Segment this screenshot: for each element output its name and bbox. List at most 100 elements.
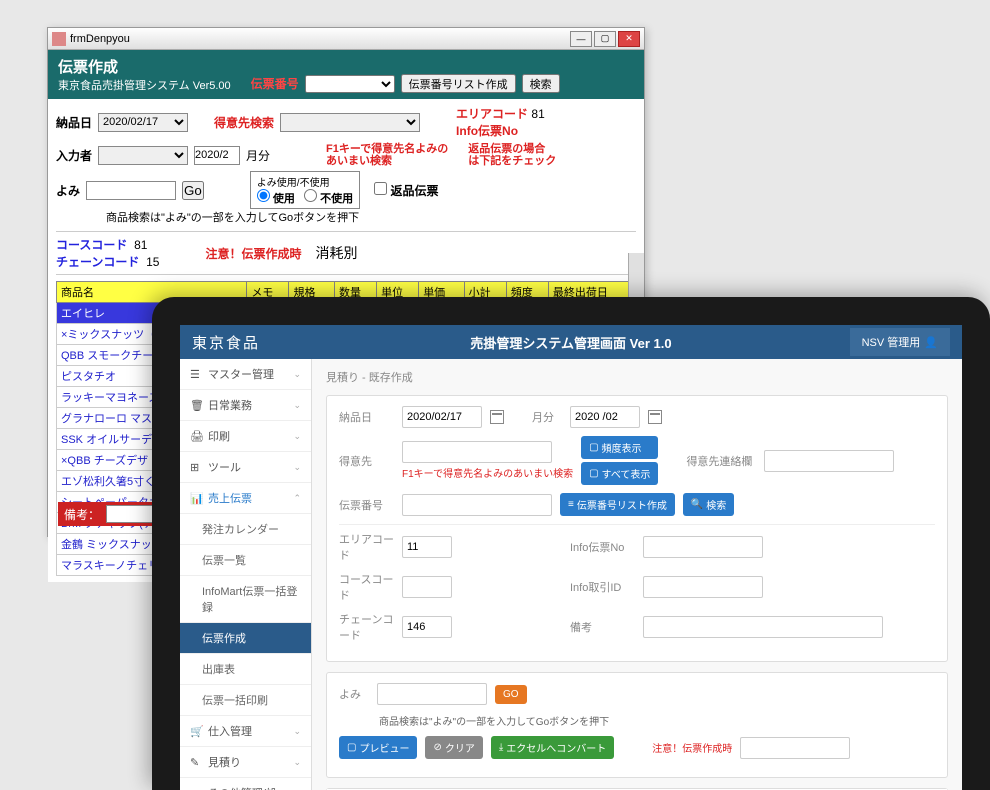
sidebar-item[interactable]: 発注カレンダー [180, 514, 311, 545]
sidebar-item[interactable]: InfoMart伝票一括登録 [180, 576, 311, 623]
sidebar-label: ツール [208, 459, 241, 475]
yomi-use-group: よみ使用/不使用 使用 不使用 [250, 171, 360, 209]
nyuryokusha-select[interactable] [98, 146, 188, 165]
laptop-frame: 東京食品 売掛管理システム管理画面 Ver 1.0 NSV 管理用 👤 ☰マスタ… [152, 297, 990, 790]
henpin-hint: 返品伝票の場合は下記をチェック [468, 143, 556, 167]
freq-button[interactable]: ▢ 頻度表示 [581, 436, 658, 459]
renrakusho-input[interactable] [764, 450, 894, 472]
breadcrumb: 見積り - 既存作成 [326, 369, 948, 385]
tsukibun-input[interactable] [194, 146, 240, 165]
chuui-label: 注意！伝票作成時 [205, 245, 301, 262]
sidebar-item[interactable]: 伝票一括印刷 [180, 685, 311, 716]
sidebar-item[interactable]: ☰マスター管理⌄ [180, 359, 311, 390]
clear-button[interactable]: ⊘ クリア [425, 736, 482, 759]
nouhinbi-label: 納品日 [56, 114, 92, 131]
sidebar-item[interactable]: 出庫表 [180, 654, 311, 685]
f1-hint: F1キーで得意先名よみのあいまい検索 [402, 465, 573, 480]
minimize-button[interactable]: — [570, 31, 592, 47]
tsukibun-input[interactable] [570, 406, 640, 428]
bikou-label: 備考： [64, 506, 100, 523]
list-button[interactable]: ≡ 伝票番号リスト作成 [560, 493, 675, 516]
area-label: エリアコード [339, 531, 394, 563]
bikou-label: 備考 [570, 619, 635, 635]
sidebar-item[interactable]: ⚙その他管理/設定⌄ [180, 778, 311, 790]
info-denpyou-label: Info伝票No [570, 539, 635, 555]
sidebar-label: 見積り [208, 754, 241, 770]
search-button[interactable]: 検索 [522, 74, 560, 93]
sidebar-label: 伝票作成 [202, 630, 246, 646]
chevron-icon: ⌄ [293, 400, 301, 411]
course-label: コースコード [339, 571, 394, 603]
tokuisaki-select[interactable] [280, 113, 420, 132]
sidebar-item[interactable]: 📊売上伝票⌃ [180, 483, 311, 514]
chevron-icon: ⌄ [293, 462, 301, 473]
info-denpyou-input[interactable] [643, 536, 763, 558]
menu-icon: ☰ [190, 368, 202, 380]
yomi-input[interactable] [377, 683, 487, 705]
info-torihiki-input[interactable] [643, 576, 763, 598]
area-input[interactable] [402, 536, 452, 558]
maximize-button[interactable]: ▢ [594, 31, 616, 47]
chevron-icon: ⌄ [293, 726, 301, 737]
sidebar-label: 売上伝票 [208, 490, 252, 506]
sidebar-label: 伝票一覧 [202, 552, 246, 568]
app-title: 売掛管理システム管理画面 Ver 1.0 [470, 333, 671, 352]
sidebar-item[interactable]: 伝票一覧 [180, 545, 311, 576]
yomi-label: よみ [339, 686, 369, 702]
sidebar-item[interactable]: ✎ 見積り ⌄ [180, 747, 311, 778]
denpyou-bangou-select[interactable] [305, 75, 395, 93]
list-create-button[interactable]: 伝票番号リスト作成 [401, 74, 516, 93]
tsukibun-label: 月分 [532, 409, 562, 425]
sidebar-item[interactable]: 🛒 仕入管理 ⌄ [180, 716, 311, 747]
screen: 東京食品 売掛管理システム管理画面 Ver 1.0 NSV 管理用 👤 ☰マスタ… [180, 325, 962, 790]
legacy-subtitle: 東京食品売掛管理システム Ver5.00 [58, 77, 231, 93]
nouhinbi-input[interactable] [402, 406, 482, 428]
chain-code-value: 15 [146, 255, 159, 269]
calendar-icon[interactable] [648, 410, 662, 424]
course-input[interactable] [402, 576, 452, 598]
calendar-icon[interactable] [490, 410, 504, 424]
yomi-panel: よみ GO 商品検索は"よみ"の一部を入力してGoボタンを押下 ▢ プレビュー … [326, 672, 948, 778]
legacy-title: 伝票作成 [58, 56, 231, 77]
sidebar-label: その他管理/設定 [208, 785, 288, 790]
excel-button[interactable]: ⤓ エクセルへコンバート [491, 736, 614, 759]
search-button[interactable]: 🔍 検索 [683, 493, 734, 516]
nyuryokusha-label: 入力者 [56, 147, 92, 164]
yomi-input[interactable] [86, 181, 176, 200]
sidebar-item[interactable]: 伝票作成 [180, 623, 311, 654]
chevron-icon: ⌄ [293, 757, 301, 768]
main-content: 見積り - 既存作成 納品日 月分 得意先 F1キーで [312, 359, 962, 790]
go-button[interactable]: GO [495, 685, 527, 704]
denpyou-label: 伝票番号 [339, 497, 394, 513]
yomi-use-radio[interactable]: 使用 [257, 193, 295, 205]
close-button[interactable]: ✕ [618, 31, 640, 47]
sidebar-label: 印刷 [208, 428, 230, 444]
henpin-checkbox[interactable]: 返品伝票 [374, 182, 438, 199]
menu-icon: 🖨 [190, 430, 202, 442]
area-code-label: エリアコード [456, 107, 528, 121]
yomi-nouse-radio[interactable]: 不使用 [304, 193, 353, 205]
preview-button[interactable]: ▢ プレビュー [339, 736, 417, 759]
menu-icon: ✎ [190, 756, 202, 768]
menu-icon: 📊 [190, 492, 202, 504]
menu-icon: 🗑 [190, 399, 202, 411]
tokuisaki-input[interactable] [402, 441, 552, 463]
chuui-input[interactable] [740, 737, 850, 759]
bikou-input[interactable] [643, 616, 883, 638]
menu-icon: 🛒 [190, 725, 202, 737]
user-badge[interactable]: NSV 管理用 👤 [850, 328, 950, 356]
sidebar-label: 仕入管理 [208, 723, 252, 739]
sidebar-item[interactable]: ⊞ツール⌄ [180, 452, 311, 483]
info-torihiki-label: Info取引ID [570, 579, 635, 595]
sidebar-item[interactable]: 🖨印刷⌄ [180, 421, 311, 452]
go-button[interactable]: Go [182, 181, 204, 200]
user-icon: 👤 [924, 336, 938, 349]
nouhinbi-select[interactable]: 2020/02/17 [98, 113, 188, 132]
chain-input[interactable] [402, 616, 452, 638]
denpyou-bangou-label: 伝票番号 [251, 75, 299, 92]
sidebar-label: 出庫表 [202, 661, 235, 677]
chain-label: チェーンコード [339, 611, 394, 643]
denpyou-input[interactable] [402, 494, 552, 516]
sidebar-item[interactable]: 🗑日常業務⌄ [180, 390, 311, 421]
all-button[interactable]: ▢ すべて表示 [581, 462, 658, 485]
